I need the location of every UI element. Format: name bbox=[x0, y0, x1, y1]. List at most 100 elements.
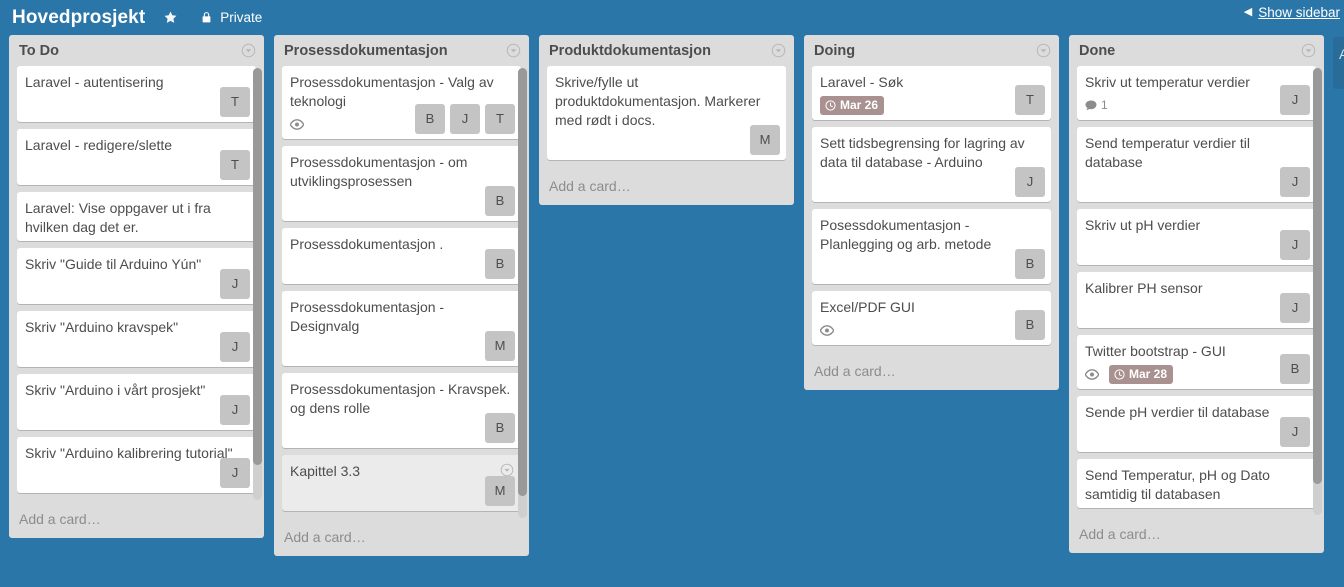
card-spacer bbox=[820, 254, 1043, 280]
add-list-button[interactable]: Add a list… bbox=[1333, 37, 1344, 89]
avatar[interactable]: T bbox=[485, 104, 515, 134]
card[interactable]: Skriv "Arduino kalibrering tutorial" J bbox=[17, 437, 256, 493]
card[interactable]: Skriv ut pH verdier J bbox=[1077, 209, 1316, 265]
list-cards-scroller[interactable]: Prosessdokumentasjon - Valg av teknologi… bbox=[274, 66, 529, 520]
card-title: Twitter bootstrap - GUI bbox=[1085, 343, 1226, 359]
add-card-button[interactable]: Add a card… bbox=[1069, 517, 1324, 553]
card-spacer bbox=[25, 400, 248, 426]
card[interactable]: Prosessdokumentasjon . B bbox=[282, 228, 521, 284]
card[interactable]: Laravel - Søk Mar 26 T bbox=[812, 66, 1051, 120]
card[interactable]: Posessdokumentasjon - Planlegging og arb… bbox=[812, 209, 1051, 284]
card[interactable]: Skriv "Arduino kravspek" J bbox=[17, 311, 256, 367]
list-title[interactable]: Prosessdokumentasjon bbox=[284, 43, 506, 59]
avatar[interactable]: M bbox=[485, 331, 515, 361]
avatar[interactable]: B bbox=[1015, 249, 1045, 279]
card[interactable]: Twitter bootstrap - GUI Mar 28 B bbox=[1077, 335, 1316, 389]
card-edit-chevron-down-icon[interactable] bbox=[500, 463, 514, 477]
clock-icon bbox=[825, 99, 836, 111]
card[interactable]: Skriv ut temperatur verdier 1 J bbox=[1077, 66, 1316, 120]
card-members: J bbox=[220, 332, 250, 362]
list-menu-chevron-down-icon[interactable] bbox=[771, 43, 786, 58]
star-icon[interactable] bbox=[163, 10, 178, 25]
avatar[interactable]: J bbox=[1280, 230, 1310, 260]
list-cards-scroller[interactable]: Skriv ut temperatur verdier 1 J Send temper… bbox=[1069, 66, 1324, 517]
card[interactable]: Prosessdokumentasjon - Kravspek. og dens… bbox=[282, 373, 521, 448]
avatar[interactable]: B bbox=[1015, 310, 1045, 340]
card[interactable]: Prosessdokumentasjon - Valg av teknologi… bbox=[282, 66, 521, 139]
list-scrollbar-thumb[interactable] bbox=[518, 68, 527, 496]
card[interactable]: Sende pH verdier til database J bbox=[1077, 396, 1316, 452]
card[interactable]: Skriv "Guide til Arduino Yún" J bbox=[17, 248, 256, 304]
avatar[interactable]: B bbox=[485, 249, 515, 279]
add-card-button[interactable]: Add a card… bbox=[274, 520, 529, 556]
list-cards-scroller[interactable]: Skrive/fylle ut produktdokumentasjon. Ma… bbox=[539, 66, 794, 169]
avatar[interactable]: J bbox=[220, 332, 250, 362]
avatar[interactable]: J bbox=[220, 269, 250, 299]
card[interactable]: Sett tidsbegrensing for lagring av data … bbox=[812, 127, 1051, 202]
avatar[interactable]: J bbox=[1280, 85, 1310, 115]
add-card-button[interactable]: Add a card… bbox=[9, 502, 264, 538]
card[interactable]: Laravel - autentisering T bbox=[17, 66, 256, 122]
avatar[interactable]: T bbox=[220, 87, 250, 117]
card[interactable]: Skrive/fylle ut produktdokumentasjon. Ma… bbox=[547, 66, 786, 160]
due-date-badge[interactable]: Mar 26 bbox=[820, 95, 885, 115]
card[interactable]: Kalibrer PH sensor J bbox=[1077, 272, 1316, 328]
card[interactable]: Send temperatur verdier til database J bbox=[1077, 127, 1316, 202]
avatar[interactable]: J bbox=[220, 458, 250, 488]
avatar[interactable]: B bbox=[485, 186, 515, 216]
avatar[interactable]: B bbox=[415, 104, 445, 134]
watching-badge bbox=[1085, 368, 1099, 380]
show-sidebar-link[interactable]: ◀ Show sidebar bbox=[1244, 5, 1340, 20]
board-title[interactable]: Hovedprosjekt bbox=[12, 7, 145, 29]
card-members: J bbox=[1280, 167, 1310, 197]
list-title[interactable]: To Do bbox=[19, 43, 241, 59]
avatar[interactable]: T bbox=[1015, 85, 1045, 115]
due-date-badge[interactable]: Mar 28 bbox=[1109, 364, 1174, 384]
card[interactable]: Prosessdokumentasjon - Designvalg M bbox=[282, 291, 521, 366]
card[interactable]: Skriv "Arduino i vårt prosjekt" J bbox=[17, 374, 256, 430]
card-spacer bbox=[290, 481, 513, 507]
list-cards: Prosessdokumentasjon - Valg av teknologi… bbox=[282, 66, 521, 520]
card-members: J bbox=[1280, 417, 1310, 447]
avatar[interactable]: J bbox=[220, 395, 250, 425]
list-title[interactable]: Done bbox=[1079, 43, 1301, 59]
avatar[interactable]: J bbox=[1280, 293, 1310, 323]
card-badges: Mar 26 bbox=[820, 94, 1043, 116]
add-card-button[interactable]: Add a card… bbox=[804, 354, 1059, 390]
avatar[interactable]: M bbox=[485, 476, 515, 506]
avatar[interactable]: M bbox=[750, 125, 780, 155]
list-title[interactable]: Doing bbox=[814, 43, 1036, 59]
avatar[interactable]: J bbox=[1015, 167, 1045, 197]
avatar[interactable]: J bbox=[1280, 417, 1310, 447]
card-members: M bbox=[750, 125, 780, 155]
avatar[interactable]: B bbox=[485, 413, 515, 443]
avatar[interactable]: B bbox=[1280, 354, 1310, 384]
card[interactable]: Laravel: Vise oppgaver ut i fra hvilken … bbox=[17, 192, 256, 241]
card[interactable]: Excel/PDF GUI B bbox=[812, 291, 1051, 345]
card[interactable]: Send Temperatur, pH og Dato samtidig til… bbox=[1077, 459, 1316, 508]
list-scrollbar-thumb[interactable] bbox=[253, 68, 262, 466]
card[interactable]: Kapittel 3.3 M bbox=[282, 455, 521, 511]
card[interactable]: Prosessdokumentasjon - om utviklingspros… bbox=[282, 146, 521, 221]
board-visibility[interactable]: Private bbox=[200, 10, 262, 25]
card[interactable]: Laravel - redigere/slette T bbox=[17, 129, 256, 185]
list-scrollbar[interactable] bbox=[253, 68, 262, 500]
list-cards-scroller[interactable]: Laravel - Søk Mar 26 T Sett tidsbegrensing … bbox=[804, 66, 1059, 354]
chevron-left-icon: ◀ bbox=[1243, 6, 1253, 18]
avatar[interactable]: J bbox=[450, 104, 480, 134]
list-scrollbar[interactable] bbox=[1313, 68, 1322, 515]
list-menu-chevron-down-icon[interactable] bbox=[1036, 43, 1051, 58]
add-card-button[interactable]: Add a card… bbox=[539, 169, 794, 205]
list-menu-chevron-down-icon[interactable] bbox=[506, 43, 521, 58]
list-header: Done bbox=[1069, 35, 1324, 66]
list-scrollbar[interactable] bbox=[518, 68, 527, 518]
avatar[interactable]: J bbox=[1280, 167, 1310, 197]
list-menu-chevron-down-icon[interactable] bbox=[241, 43, 256, 58]
card-title: Kalibrer PH sensor bbox=[1085, 280, 1203, 296]
card-members: B bbox=[485, 413, 515, 443]
list-scrollbar-thumb[interactable] bbox=[1313, 68, 1322, 484]
list-menu-chevron-down-icon[interactable] bbox=[1301, 43, 1316, 58]
avatar[interactable]: T bbox=[220, 150, 250, 180]
list-cards-scroller[interactable]: Laravel - autentisering T Laravel - redige… bbox=[9, 66, 264, 502]
list-title[interactable]: Produktdokumentasjon bbox=[549, 43, 771, 59]
